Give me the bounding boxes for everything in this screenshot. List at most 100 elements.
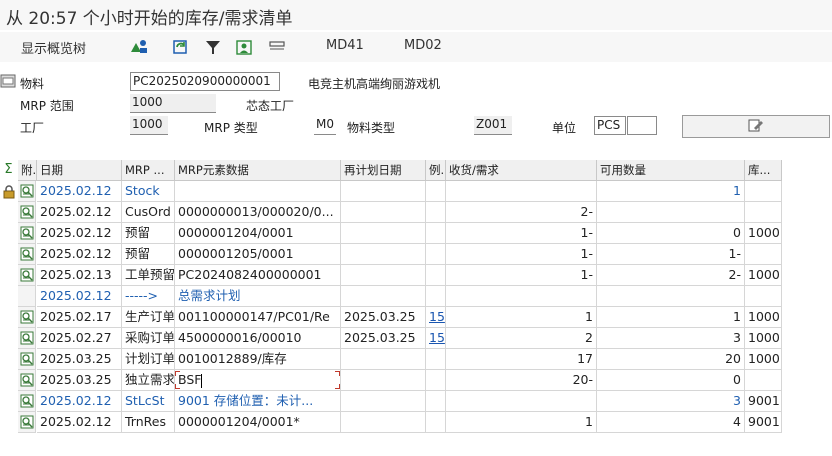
col-header-date[interactable]: 日期 bbox=[37, 160, 122, 181]
table-row[interactable]: 2025.02.13 工单预留 PC2024082400000001 1- 2- 1000 bbox=[0, 265, 832, 286]
receipt-requirement-cell: 1- bbox=[446, 244, 597, 265]
detail-icon[interactable] bbox=[18, 265, 36, 286]
focus-corner-br bbox=[335, 384, 340, 389]
detail-icon[interactable] bbox=[18, 370, 36, 391]
reschedule-date-cell bbox=[341, 391, 426, 412]
detail-icon[interactable] bbox=[18, 223, 36, 244]
mrp-data-cell: 0000001204/0001* bbox=[175, 412, 341, 433]
mrp-element-cell: 计划订单 bbox=[122, 349, 175, 370]
plant-label: 工厂 bbox=[20, 121, 45, 135]
layout-icon[interactable] bbox=[266, 36, 288, 58]
detail-icon[interactable] bbox=[18, 307, 36, 328]
detail-icon[interactable] bbox=[18, 412, 36, 433]
receipt-requirement-cell: 1- bbox=[446, 265, 597, 286]
filter-icon[interactable] bbox=[202, 36, 224, 58]
storage-cell: 9001 bbox=[745, 391, 782, 412]
col-header-available-qty[interactable]: 可用数量 bbox=[597, 160, 745, 181]
unit-extra-field[interactable] bbox=[627, 116, 657, 135]
detail-icon[interactable] bbox=[18, 391, 36, 412]
date-cell: 2025.02.12 bbox=[37, 223, 122, 244]
mrp-data-cell: 9001 存储位置：未计... bbox=[175, 391, 341, 412]
available-qty-cell: 3 bbox=[597, 328, 745, 349]
col-header-exception[interactable]: 例. bbox=[426, 160, 446, 181]
table-row[interactable]: 2025.02.12 CusOrd 0000000013/000020/0... 2- bbox=[0, 202, 832, 223]
material-icon[interactable] bbox=[0, 73, 16, 89]
table-row[interactable]: 2025.02.12 预留 0000001204/0001 1- 0 1000 bbox=[0, 223, 832, 244]
detail-icon[interactable] bbox=[18, 349, 36, 370]
col-header-mrp-data[interactable]: MRP元素数据 bbox=[175, 160, 341, 181]
edit-button[interactable] bbox=[682, 115, 830, 138]
refresh-icon[interactable] bbox=[170, 36, 192, 58]
exception-cell bbox=[426, 265, 446, 286]
table-row[interactable]: 2025.02.17 生产订单 001100000147/PC01/Re 2025.0… bbox=[0, 307, 832, 328]
org-icon[interactable] bbox=[128, 36, 150, 58]
storage-cell bbox=[745, 244, 782, 265]
exception-link[interactable]: 15 bbox=[429, 330, 445, 345]
available-qty-cell: 3 bbox=[597, 391, 745, 412]
receipt-requirement-cell bbox=[446, 286, 597, 307]
mrp-element-cell: -----> bbox=[122, 286, 175, 307]
md41-button[interactable]: MD41 bbox=[326, 38, 364, 53]
date-cell: 2025.03.25 bbox=[37, 349, 122, 370]
available-qty-cell: 1- bbox=[597, 244, 745, 265]
plant-field[interactable]: 1000 bbox=[130, 116, 168, 135]
mrp-area-field[interactable]: 1000 bbox=[130, 94, 216, 113]
material-type-field[interactable]: Z001 bbox=[474, 116, 512, 135]
mrp-type-field[interactable]: M0 bbox=[314, 116, 336, 135]
date-cell: 2025.03.25 bbox=[37, 370, 122, 391]
material-type-label: 物料类型 bbox=[347, 121, 396, 135]
table-row[interactable]: 2025.02.12 Stock 1 bbox=[0, 181, 832, 202]
reschedule-date-cell bbox=[341, 223, 426, 244]
table-row[interactable]: 2025.02.27 采购订单 4500000016/00010 2025.03.25… bbox=[0, 328, 832, 349]
date-cell: 2025.02.27 bbox=[37, 328, 122, 349]
reschedule-date-cell bbox=[341, 181, 426, 202]
available-qty-cell: 4 bbox=[597, 412, 745, 433]
date-cell: 2025.02.12 bbox=[37, 181, 122, 202]
storage-cell: 1000 bbox=[745, 328, 782, 349]
receipt-requirement-cell: 2- bbox=[446, 202, 597, 223]
available-qty-cell: 1 bbox=[597, 181, 745, 202]
detail-icon[interactable] bbox=[18, 202, 36, 223]
unit-field[interactable]: PCS bbox=[594, 116, 626, 135]
receipt-requirement-cell: 1 bbox=[446, 307, 597, 328]
col-header-reschedule-date[interactable]: 再计划日期 bbox=[341, 160, 426, 181]
date-cell: 2025.02.12 bbox=[37, 286, 122, 307]
exception-cell bbox=[426, 244, 446, 265]
table-row[interactable]: 2025.02.12 StLcSt 9001 存储位置：未计... 3 9001 bbox=[0, 391, 832, 412]
mrp-data-cell: 0000001205/0001 bbox=[175, 244, 341, 265]
col-header-receipt-requirement[interactable]: 收货/需求 bbox=[446, 160, 597, 181]
mrp-area-description: 芯态工厂 bbox=[246, 99, 295, 113]
mrp-data-cell[interactable]: BSF bbox=[175, 370, 341, 391]
col-header-mrp-element[interactable]: MRP ... bbox=[122, 160, 175, 181]
table-row[interactable]: 2025.02.12 预留 0000001205/0001 1- 1- bbox=[0, 244, 832, 265]
col-header-storage[interactable]: 库... bbox=[745, 160, 782, 181]
storage-cell: 1000 bbox=[745, 223, 782, 244]
material-field[interactable]: PC2025020900000001 bbox=[130, 72, 280, 91]
mrp-element-cell: 生产订单 bbox=[122, 307, 175, 328]
table-row[interactable]: 2025.03.25 计划订单 0010012889/库存 17 20 1000 bbox=[0, 349, 832, 370]
col-header-attach[interactable]: 附. bbox=[18, 160, 37, 181]
window-title: 从 20:57 个小时开始的库存/需求清单 bbox=[6, 9, 293, 29]
table-row[interactable]: 2025.02.12 -----> 总需求计划 bbox=[0, 286, 832, 307]
receipt-requirement-cell: 2 bbox=[446, 328, 597, 349]
exception-link[interactable]: 15 bbox=[429, 309, 445, 324]
md02-button[interactable]: MD02 bbox=[404, 38, 442, 53]
detail-icon[interactable] bbox=[18, 244, 36, 265]
mrp-element-cell: TrnRes bbox=[122, 412, 175, 433]
reschedule-date-cell bbox=[341, 349, 426, 370]
detail-icon[interactable] bbox=[18, 181, 36, 202]
show-overview-tree-button[interactable]: 显示概览树 bbox=[21, 38, 86, 57]
mrp-element-cell: Stock bbox=[122, 181, 175, 202]
detail-icon[interactable] bbox=[18, 328, 36, 349]
table-row[interactable]: 2025.03.25 独立需求 BSF 20- 0 bbox=[0, 370, 832, 391]
receipt-requirement-cell bbox=[446, 391, 597, 412]
table-row[interactable]: 2025.02.12 TrnRes 0000001204/0001* 1 4 9001 bbox=[0, 412, 832, 433]
user-settings-icon[interactable] bbox=[234, 36, 256, 58]
mrp-element-cell: 采购订单 bbox=[122, 328, 175, 349]
mrp-data-cell: 001100000147/PC01/Re bbox=[175, 307, 341, 328]
material-label: 物料 bbox=[20, 77, 45, 91]
date-cell: 2025.02.12 bbox=[37, 202, 122, 223]
exception-cell bbox=[426, 391, 446, 412]
row-selector[interactable] bbox=[18, 286, 36, 307]
mrp-type-label: MRP 类型 bbox=[204, 121, 258, 135]
